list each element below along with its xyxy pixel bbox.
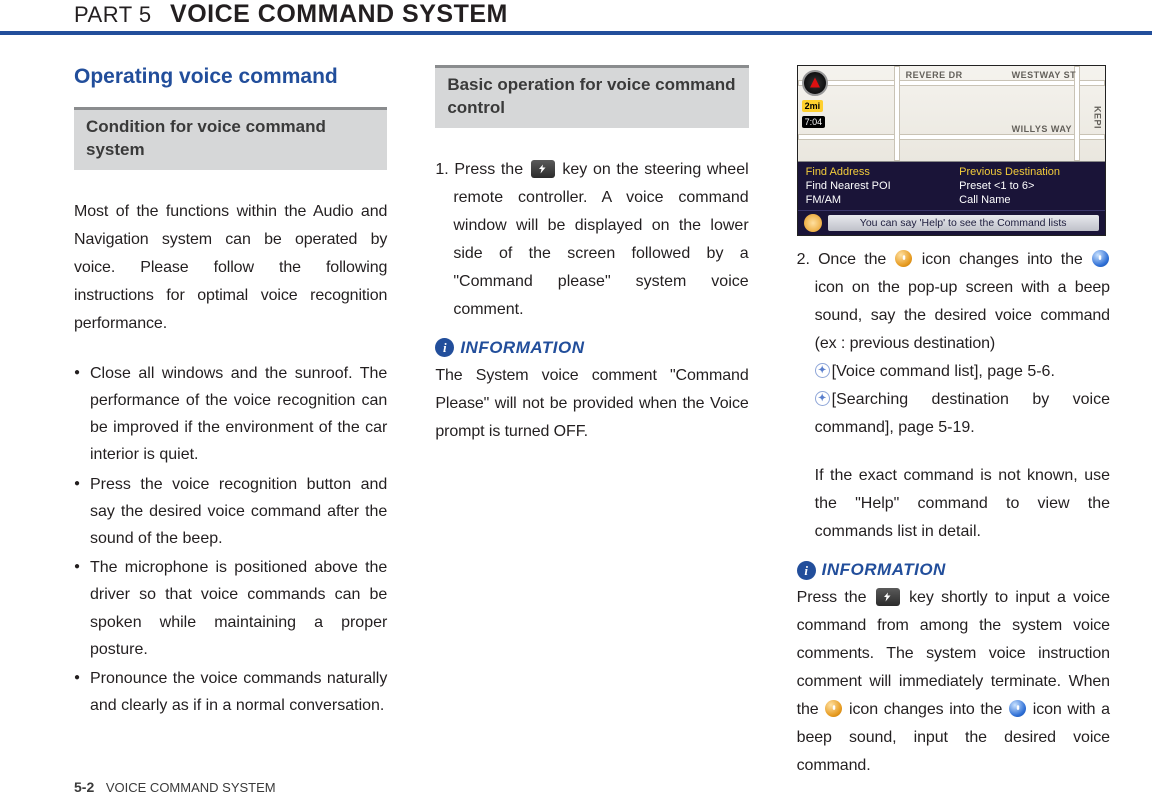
info-icon: i (435, 338, 454, 357)
info-label: INFORMATION (460, 338, 584, 358)
step2-text-a: 2. Once the (797, 251, 895, 268)
menu-item: Call Name (959, 193, 1097, 207)
help-paragraph: If the exact command is not known, use t… (797, 462, 1110, 546)
info-icon: i (797, 561, 816, 580)
menu-item: Preset <1 to 6> (959, 179, 1097, 193)
navigation-screenshot: 2mi 7:04 REVERE DR WESTWAY ST WILLYS WAY… (797, 65, 1106, 236)
footer-label: VOICE COMMAND SYSTEM (106, 780, 276, 795)
info-paragraph: The System voice comment "Command Please… (435, 362, 748, 446)
columns: Operating voice command Condition for vo… (0, 65, 1152, 780)
ref-searching-destination: [Searching destination by voice command]… (815, 391, 1110, 436)
list-item: Close all windows and the sunroof. The p… (74, 360, 387, 469)
nav-map: 2mi 7:04 REVERE DR WESTWAY ST WILLYS WAY… (798, 66, 1105, 162)
reference-block: ✦[Voice command list], page 5-6. ✦[Searc… (797, 358, 1110, 442)
info2-text-a: Press the (797, 589, 874, 606)
road-label: WILLYS WAY (1012, 124, 1072, 134)
section-title: Operating voice command (74, 65, 387, 89)
page-footer: 5-2 VOICE COMMAND SYSTEM (74, 779, 276, 795)
voice-key-icon (531, 160, 555, 178)
step-list: 1. Press the key on the steering wheel r… (435, 156, 748, 324)
time-badge: 7:04 (802, 116, 826, 128)
voice-key-icon (876, 588, 900, 606)
mic-orange-icon (804, 214, 822, 232)
reference-icon: ✦ (815, 391, 830, 406)
step2-text-b: icon changes into the (913, 251, 1091, 268)
page-title: VOICE COMMAND SYSTEM (170, 0, 508, 29)
intro-paragraph: Most of the functions within the Audio a… (74, 198, 387, 338)
step-2: 2. Once the icon changes into the icon o… (797, 246, 1110, 358)
step1-text-b: key on the steering wheel remote control… (453, 161, 748, 318)
say-help-label: You can say 'Help' to see the Command li… (828, 215, 1099, 231)
mic-orange-icon (895, 250, 912, 267)
menu-item: FM/AM (806, 193, 944, 207)
bullet-list: Close all windows and the sunroof. The p… (74, 360, 387, 719)
mic-blue-icon (1092, 250, 1109, 267)
info2-text-b: key shortly to input a voice command fro… (797, 589, 1110, 718)
column-3: 2mi 7:04 REVERE DR WESTWAY ST WILLYS WAY… (797, 65, 1110, 780)
step1-text-a: 1. Press the (435, 161, 528, 178)
road-label: REVERE DR (906, 70, 963, 80)
information-heading-2: i INFORMATION (797, 560, 1110, 580)
road-label: KEPI (1093, 106, 1103, 129)
info-paragraph-2: Press the key shortly to input a voice c… (797, 584, 1110, 780)
subsection-condition: Condition for voice command system (74, 107, 387, 170)
step2-text-c: icon on the pop-up screen with a beep so… (815, 279, 1110, 352)
mic-orange-icon (825, 700, 842, 717)
info-label: INFORMATION (822, 560, 946, 580)
page-number: 5-2 (74, 779, 94, 795)
reference-icon: ✦ (815, 363, 830, 378)
subsection-basic-operation: Basic operation for voice command contro… (435, 65, 748, 128)
part-label: PART 5 (74, 2, 152, 28)
compass-icon (802, 70, 828, 96)
distance-badge: 2mi (802, 100, 824, 112)
list-item: Press the voice recognition button and s… (74, 471, 387, 553)
mic-blue-icon (1009, 700, 1026, 717)
info2-text-c: icon changes into the (843, 701, 1008, 718)
menu-item: Previous Destination (959, 165, 1097, 179)
step-1: 1. Press the key on the steering wheel r… (435, 156, 748, 324)
information-heading: i INFORMATION (435, 338, 748, 358)
list-item: Pronounce the voice commands naturally a… (74, 665, 387, 719)
nav-menu: Find Address Find Nearest POI FM/AM Prev… (798, 162, 1105, 210)
column-2: Basic operation for voice command contro… (435, 65, 748, 780)
road-label: WESTWAY ST (1012, 70, 1077, 80)
menu-item: Find Nearest POI (806, 179, 944, 193)
ref-voice-command-list: [Voice command list], page 5-6. (832, 363, 1055, 380)
list-item: The microphone is positioned above the d… (74, 554, 387, 663)
menu-item: Find Address (806, 165, 944, 179)
nav-say-bar: You can say 'Help' to see the Command li… (798, 210, 1105, 235)
column-1: Operating voice command Condition for vo… (74, 65, 387, 780)
page-header: PART 5 VOICE COMMAND SYSTEM (0, 0, 1152, 35)
